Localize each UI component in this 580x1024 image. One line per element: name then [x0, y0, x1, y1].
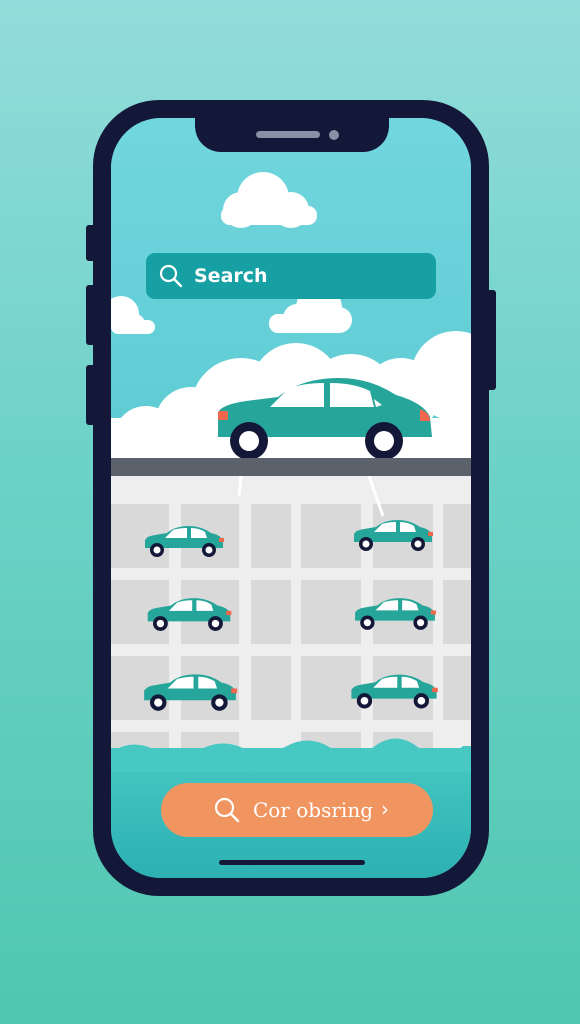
- volume-down-button: [86, 365, 94, 425]
- phone-screen: Search Cor obsring ›: [111, 118, 471, 878]
- wave-decoration: [111, 738, 471, 772]
- search-bar[interactable]: Search: [146, 253, 436, 299]
- map-car-marker[interactable]: [137, 672, 243, 712]
- search-icon: [159, 264, 183, 288]
- search-icon: [214, 797, 240, 823]
- map-car-marker[interactable]: [351, 596, 439, 631]
- car-sharing-label: Cor obsring: [253, 798, 374, 822]
- map-car-marker[interactable]: [141, 524, 227, 558]
- chevron-right-icon: ›: [381, 797, 389, 821]
- volume-up-button: [86, 285, 94, 345]
- car-sharing-button[interactable]: Cor obsring ›: [161, 783, 433, 837]
- map-car-marker[interactable]: [347, 672, 441, 710]
- road: [111, 458, 471, 476]
- mute-switch: [86, 225, 94, 261]
- map-car-marker[interactable]: [143, 596, 235, 632]
- search-label: Search: [194, 265, 268, 287]
- speaker-grille: [256, 131, 320, 138]
- power-button: [488, 290, 496, 390]
- front-camera: [329, 130, 339, 140]
- map-view[interactable]: [111, 476, 471, 756]
- map-car-marker[interactable]: [349, 518, 437, 552]
- notch: [195, 100, 389, 152]
- hero-car-illustration: [218, 377, 432, 460]
- home-indicator[interactable]: [219, 860, 365, 865]
